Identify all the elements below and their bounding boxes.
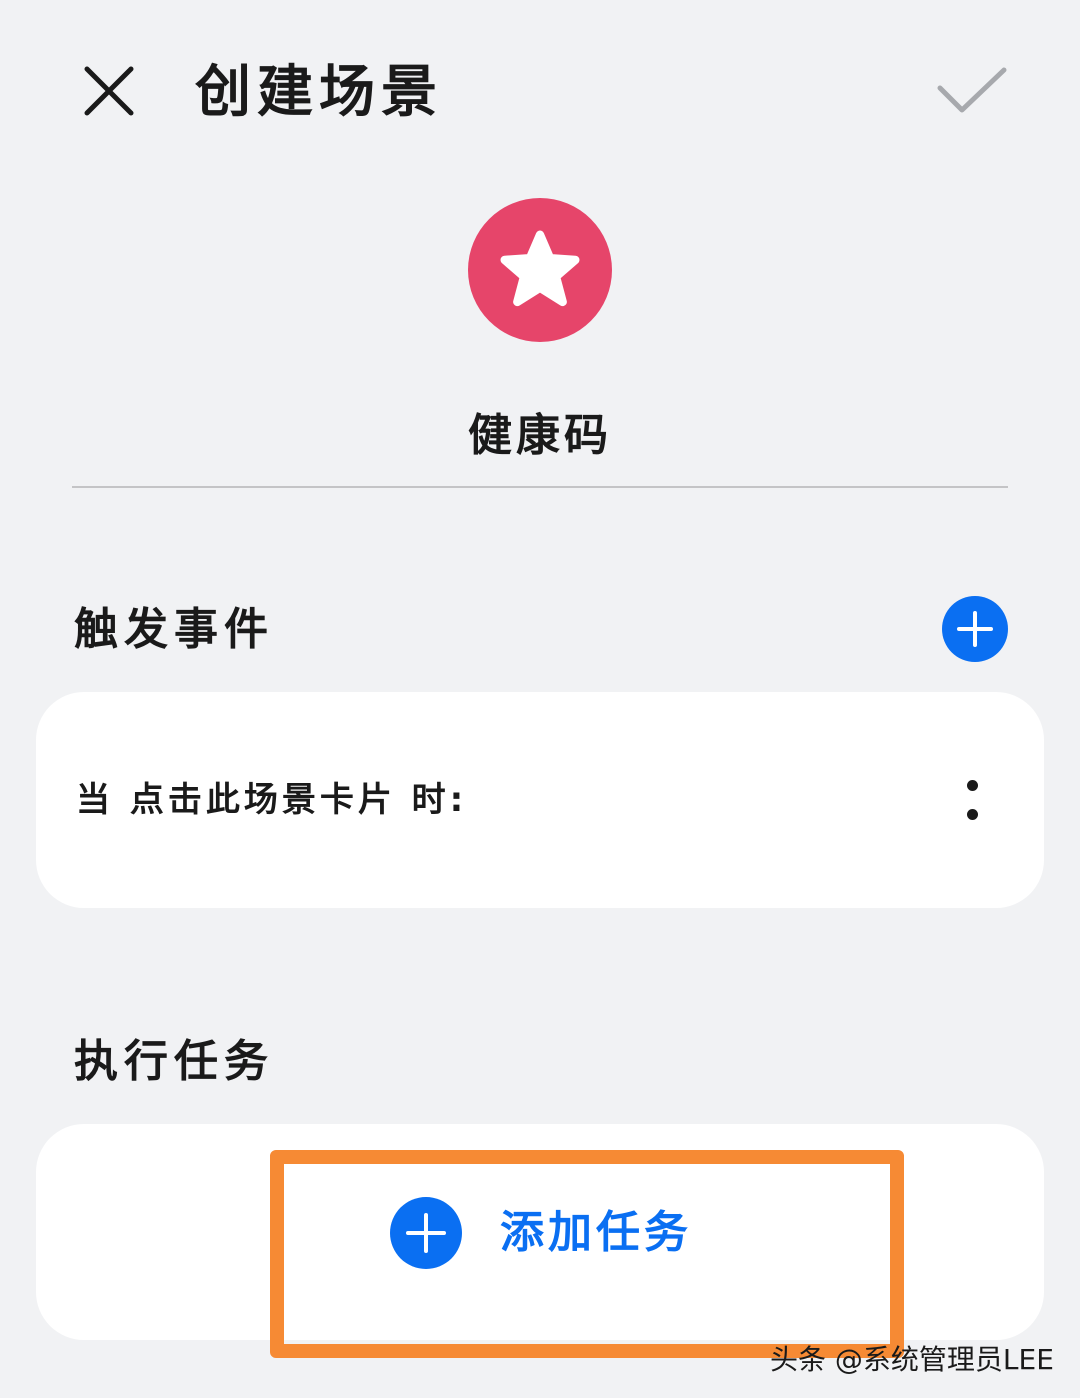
watermark: 头条 @系统管理员LEE (770, 1343, 1054, 1376)
close-icon (84, 66, 134, 116)
add-trigger-button[interactable] (942, 596, 1008, 662)
check-icon (937, 67, 1007, 113)
plus-icon (406, 1213, 446, 1253)
more-vertical-icon (966, 780, 978, 791)
add-task-icon-circle (390, 1197, 462, 1269)
plus-icon (957, 611, 993, 647)
add-task-button[interactable]: 添加任务 (390, 1196, 710, 1270)
close-button[interactable] (78, 60, 140, 122)
task-section-title: 执行任务 (74, 1036, 274, 1087)
add-task-label: 添加任务 (500, 1207, 692, 1258)
more-vertical-icon-dot (966, 809, 978, 820)
star-icon (500, 230, 580, 307)
page-title: 创建场景 (195, 60, 443, 125)
trigger-condition-text: 当 点击此场景卡片 时: (76, 780, 468, 820)
scene-icon-button[interactable] (468, 198, 612, 342)
trigger-section-title: 触发事件 (74, 604, 274, 655)
confirm-button[interactable] (930, 56, 1014, 126)
name-divider (72, 486, 1008, 488)
scene-name-field[interactable]: 健康码 (340, 406, 740, 466)
trigger-more-button[interactable] (948, 766, 996, 834)
